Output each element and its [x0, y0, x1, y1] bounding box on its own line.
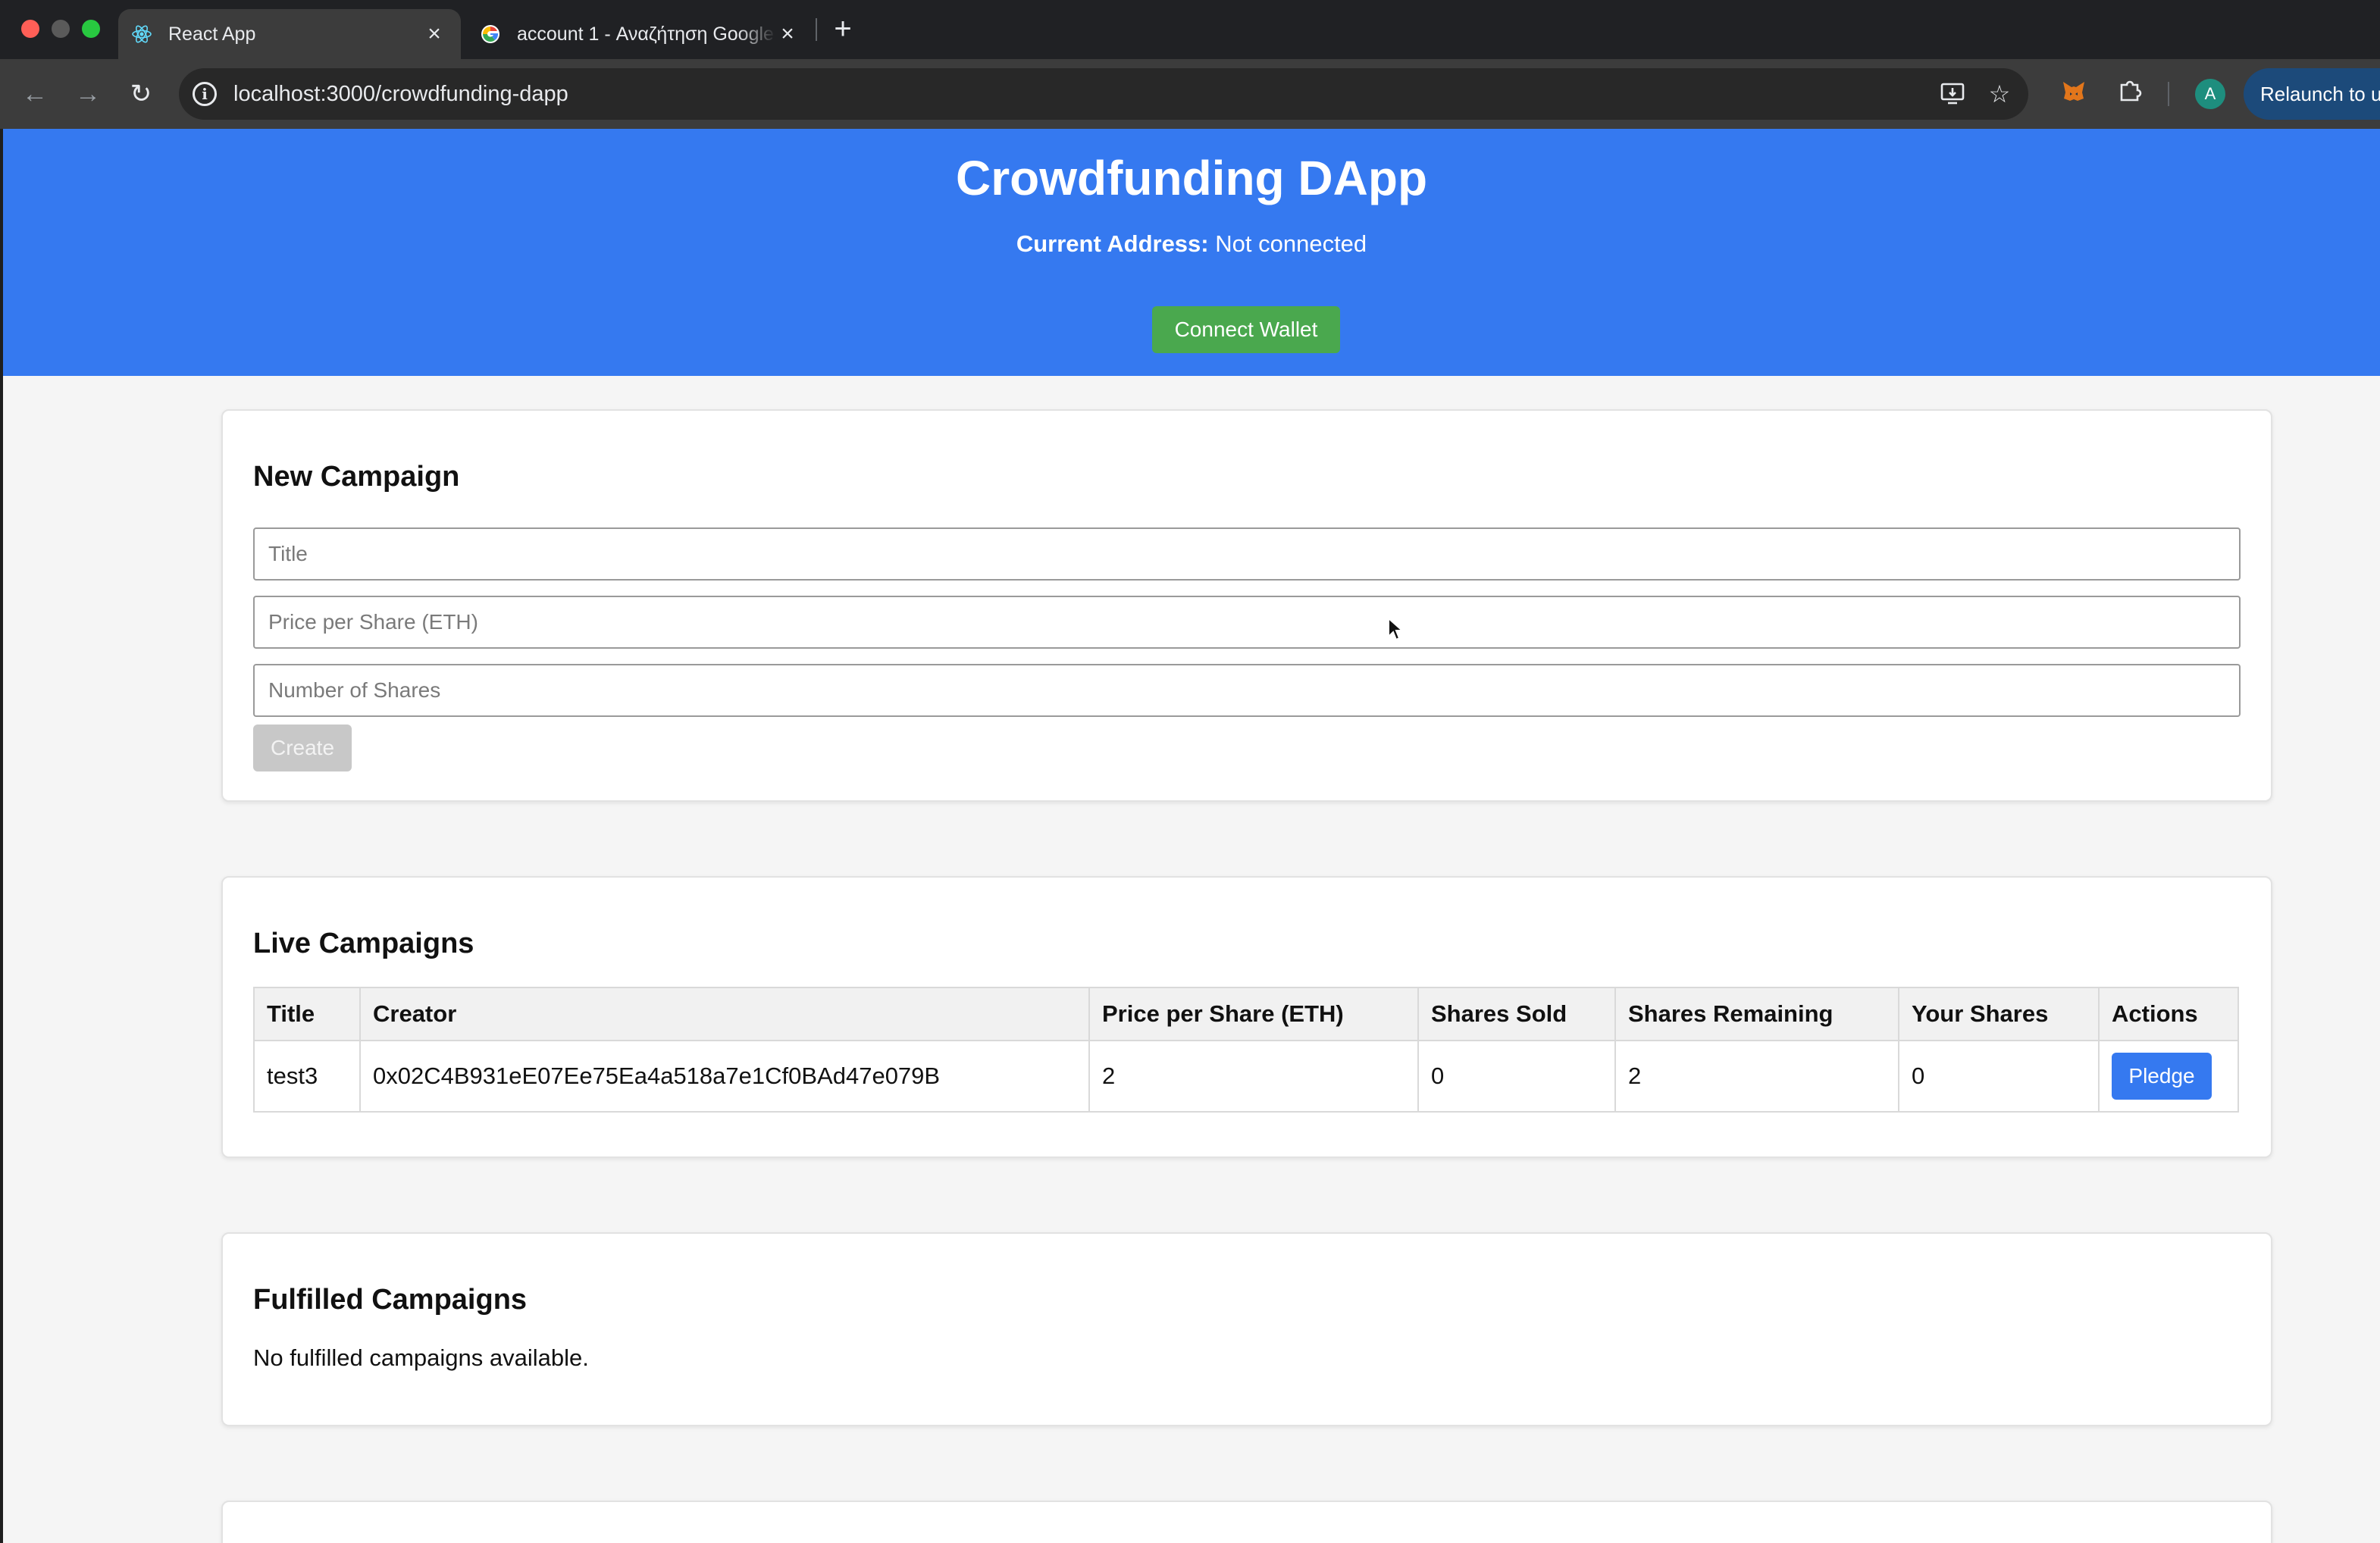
profile-avatar[interactable]: A: [2195, 79, 2225, 109]
fulfilled-campaigns-heading: Fulfilled Campaigns: [253, 1284, 528, 1316]
info-icon[interactable]: i: [193, 82, 217, 106]
metamask-icon[interactable]: [2057, 77, 2090, 111]
forward-icon[interactable]: →: [70, 76, 106, 112]
install-icon[interactable]: [1939, 80, 1966, 108]
page-title: Crowdfunding DApp: [955, 151, 1428, 205]
live-campaigns-heading: Live Campaigns: [253, 928, 474, 959]
new-tab-button[interactable]: +: [828, 14, 858, 44]
mouse-cursor-icon: [1387, 616, 1405, 646]
fulfilled-campaigns-card: Fulfilled Campaigns No fulfilled campaig…: [221, 1232, 2272, 1426]
title-input[interactable]: [253, 527, 2241, 581]
address-label: Current Address:: [1016, 230, 1209, 257]
create-button[interactable]: Create: [253, 725, 352, 772]
cell-title: test3: [253, 1040, 361, 1113]
tab-react-app[interactable]: React App ×: [118, 9, 461, 59]
page-viewport: Crowdfunding DApp Current Address: Not c…: [0, 129, 2380, 1543]
cell-actions: Pledge: [2098, 1040, 2239, 1113]
column-header-title: Title: [253, 987, 361, 1041]
pledge-button[interactable]: Pledge: [2112, 1053, 2212, 1100]
app-header: Crowdfunding DApp Current Address: Not c…: [3, 129, 2380, 376]
new-campaign-card: New Campaign Create: [221, 409, 2272, 802]
tab-google-search[interactable]: account 1 - Αναζήτηση Google ×: [467, 9, 814, 59]
column-header-your-shares: Your Shares: [1898, 987, 2100, 1041]
live-campaigns-table: Title Creator Price per Share (ETH) Shar…: [253, 987, 2239, 1113]
toolbar-divider: [2168, 82, 2169, 106]
cell-price: 2: [1088, 1040, 1419, 1113]
google-icon: [479, 23, 502, 45]
tab-separator: [816, 18, 817, 41]
current-address: Current Address: Not connected: [3, 230, 2380, 258]
price-per-share-input[interactable]: [253, 596, 2241, 649]
empty-message: No fulfilled campaigns available.: [253, 1344, 589, 1371]
cell-your-shares: 0: [1898, 1040, 2100, 1113]
table-row: test3 0x02C4B931eE07Ee75Ea4a518a7e1Cf0BA…: [253, 1040, 2239, 1113]
column-header-actions: Actions: [2098, 987, 2239, 1041]
tab-title: account 1 - Αναζήτηση Google: [517, 23, 774, 45]
window-zoom-button[interactable]: [82, 20, 100, 38]
column-header-shares-remaining: Shares Remaining: [1614, 987, 1899, 1041]
relaunch-button[interactable]: Relaunch to update: [2244, 68, 2380, 120]
browser-toolbar: ← → ↻ i localhost:3000/crowdfunding-dapp…: [0, 59, 2380, 129]
table-header-row: Title Creator Price per Share (ETH) Shar…: [253, 987, 2239, 1041]
column-header-creator: Creator: [359, 987, 1090, 1041]
react-icon: [130, 23, 153, 45]
address-bar[interactable]: i localhost:3000/crowdfunding-dapp ☆: [179, 68, 2028, 120]
number-of-shares-input[interactable]: [253, 664, 2241, 717]
cell-creator: 0x02C4B931eE07Ee75Ea4a518a7e1Cf0BAd47e07…: [359, 1040, 1090, 1113]
live-campaigns-card: Live Campaigns Title Creator Price per S…: [221, 876, 2272, 1158]
close-icon[interactable]: ×: [423, 23, 446, 45]
close-icon[interactable]: ×: [776, 23, 799, 45]
cell-shares-remaining: 2: [1614, 1040, 1899, 1113]
tab-strip: React App × account 1 - Αναζήτηση Google…: [0, 0, 2380, 59]
window-minimize-button[interactable]: [52, 20, 70, 38]
url-text[interactable]: localhost:3000/crowdfunding-dapp: [233, 68, 568, 120]
cell-shares-sold: 0: [1417, 1040, 1616, 1113]
next-section-card: [221, 1501, 2272, 1543]
column-header-price: Price per Share (ETH): [1088, 987, 1419, 1041]
window-close-button[interactable]: [21, 20, 39, 38]
connect-wallet-button[interactable]: Connect Wallet: [1152, 306, 1340, 353]
reload-icon[interactable]: ↻: [123, 76, 159, 112]
new-campaign-heading: New Campaign: [253, 461, 460, 493]
star-icon[interactable]: ☆: [1986, 80, 2013, 108]
back-icon[interactable]: ←: [17, 76, 53, 112]
puzzle-icon[interactable]: [2113, 77, 2147, 111]
address-value: Not connected: [1215, 230, 1367, 257]
column-header-shares-sold: Shares Sold: [1417, 987, 1616, 1041]
tab-title: React App: [168, 23, 256, 45]
